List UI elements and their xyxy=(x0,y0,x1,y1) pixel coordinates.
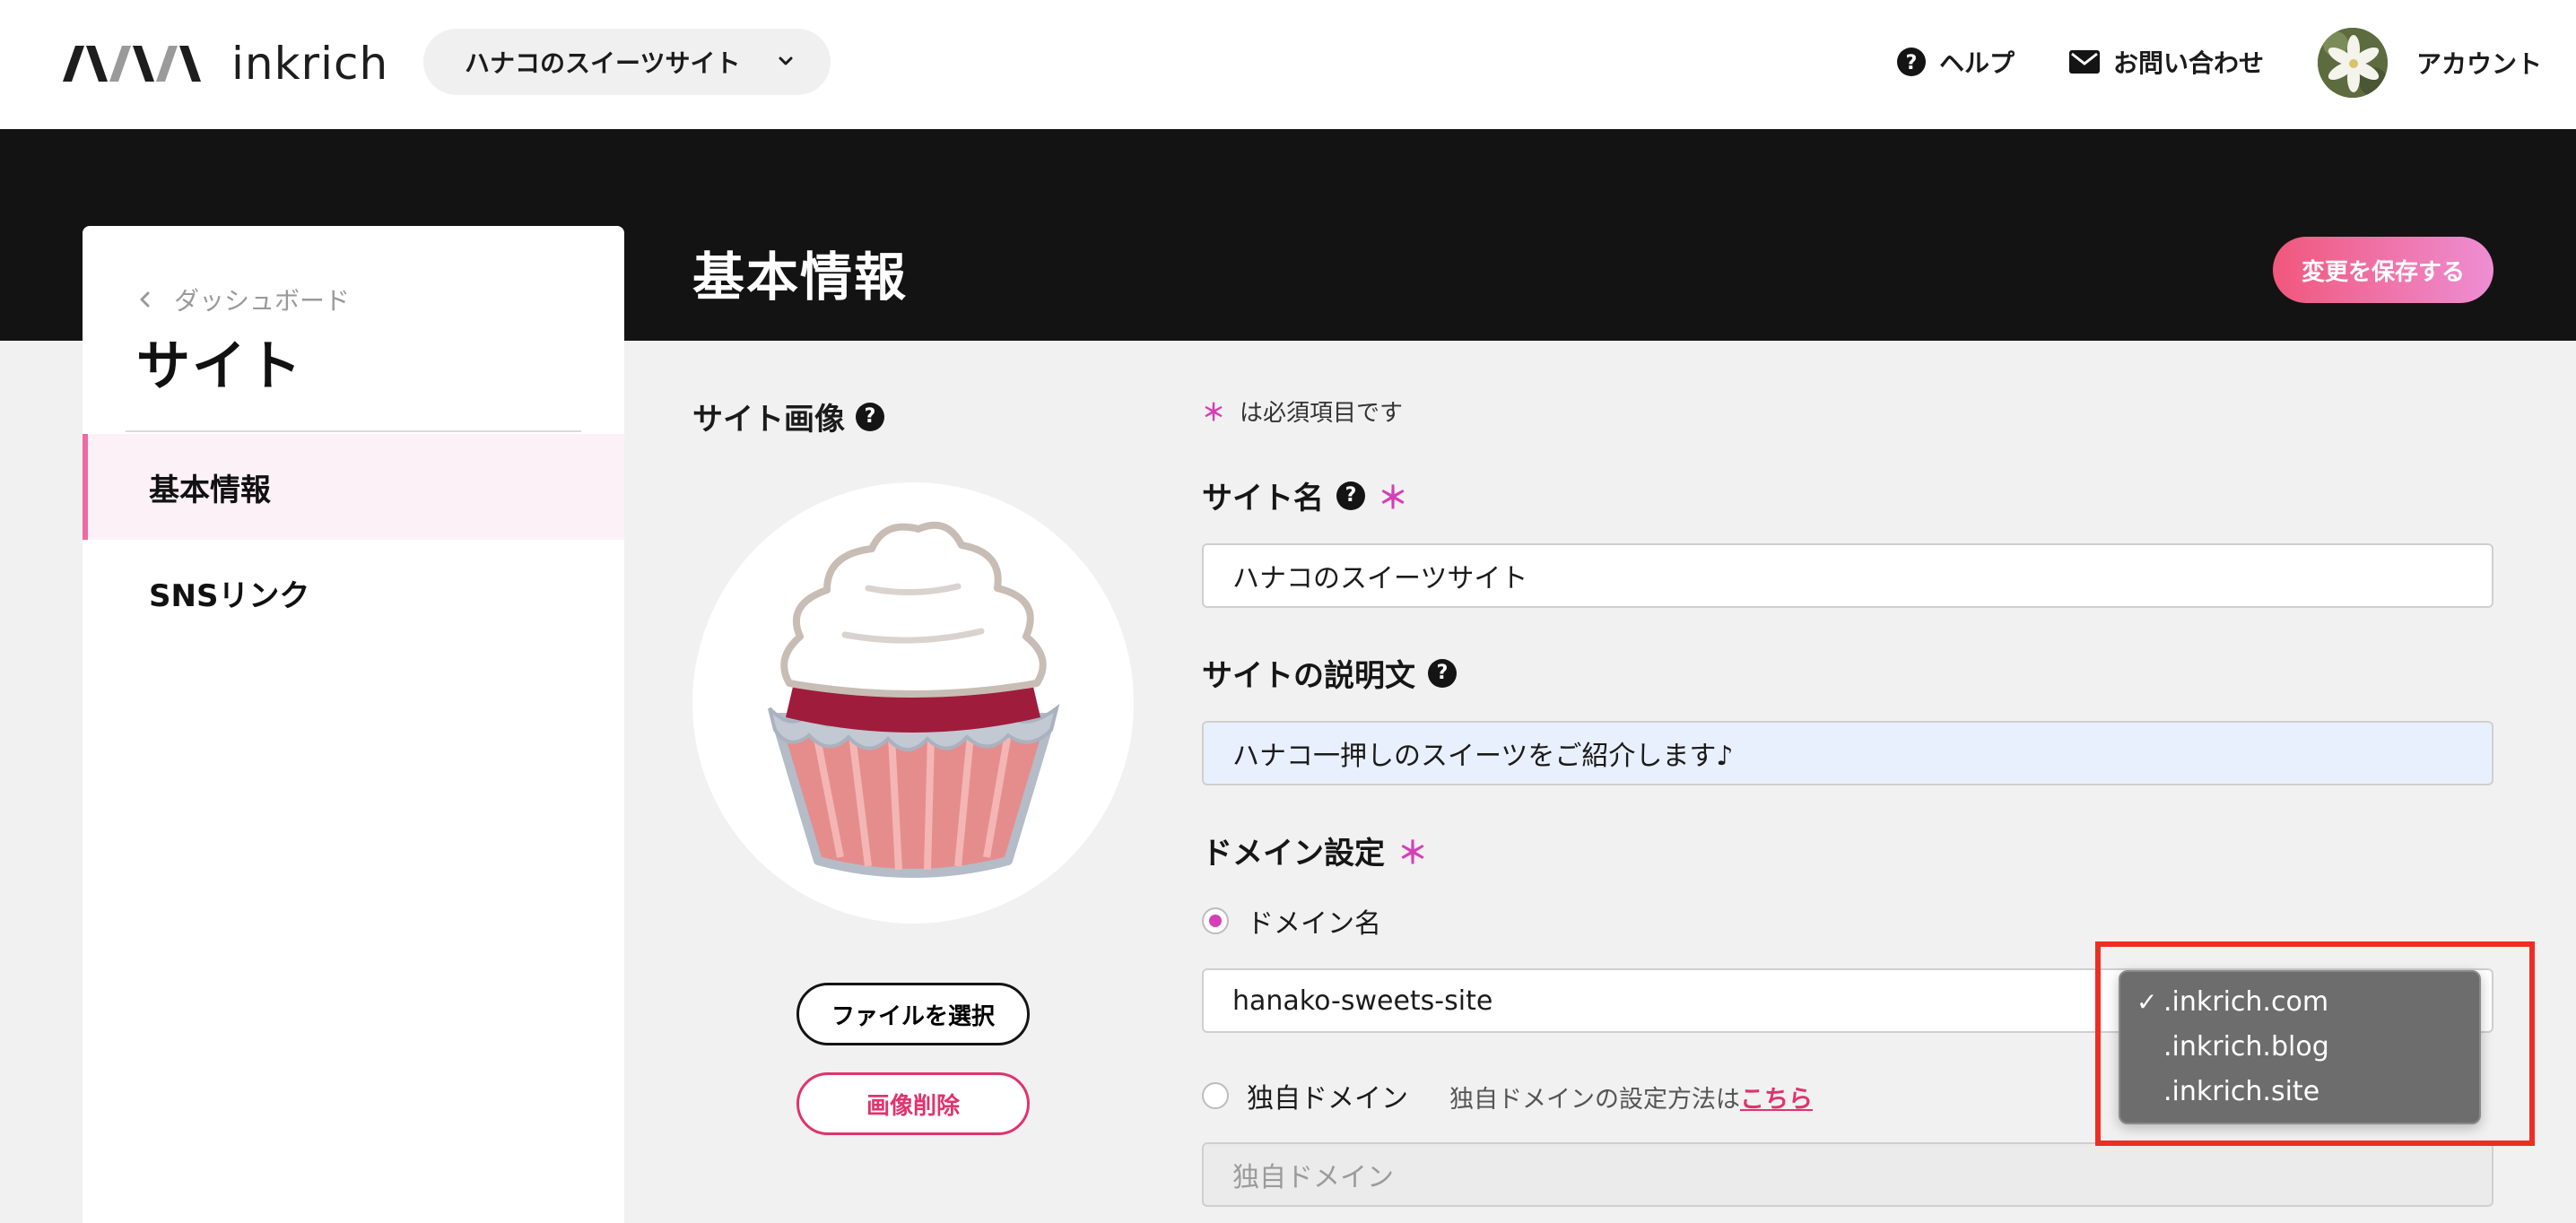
dropdown-option-inkrich-com[interactable]: ✓ .inkrich.com xyxy=(2120,979,2479,1024)
sidebar-item-label: SNSリンク xyxy=(149,577,310,614)
delete-image-button[interactable]: 画像削除 xyxy=(796,1072,1030,1135)
dropdown-option-inkrich-blog[interactable]: .inkrich.blog xyxy=(2120,1024,2479,1069)
help-icon[interactable]: ? xyxy=(1428,658,1457,688)
choose-file-button[interactable]: ファイルを選択 xyxy=(796,983,1030,1045)
dropdown-option-label: .inkrich.blog xyxy=(2163,1030,2329,1063)
page-title: 基本情報 xyxy=(692,247,909,308)
site-name-label: サイト名 ? ＊ xyxy=(1202,473,1408,517)
custom-domain-help-link[interactable]: こちら xyxy=(1740,1086,1813,1114)
checkmark-icon: ✓ xyxy=(2137,986,2158,1017)
inkrich-logo[interactable]: inkrich xyxy=(63,38,388,90)
domain-name-value: hanako-sweets-site xyxy=(1232,984,1493,1017)
dropdown-option-inkrich-site[interactable]: .inkrich.site xyxy=(2120,1069,2479,1114)
custom-domain-placeholder: 独自ドメイン xyxy=(1232,1162,1394,1193)
required-star: ＊ xyxy=(1378,481,1408,516)
required-star: ＊ xyxy=(1397,836,1428,872)
site-selector-dropdown[interactable]: ハナコのスイーツサイト xyxy=(423,29,831,95)
svg-text:?: ? xyxy=(1906,52,1918,74)
site-image-label: サイト画像 ? xyxy=(692,395,884,438)
sidebar: ダッシュボード サイト 基本情報 SNSリンク xyxy=(83,226,624,1223)
site-name-input[interactable]: ハナコのスイーツサイト xyxy=(1202,543,2493,608)
contact-link[interactable]: お問い合わせ xyxy=(2068,39,2264,84)
required-star: ＊ xyxy=(1202,400,1226,427)
logo-mark-icon xyxy=(63,46,201,82)
sidebar-item-label: 基本情報 xyxy=(149,472,271,508)
sidebar-item-sns-links[interactable]: SNSリンク xyxy=(83,540,624,646)
back-to-dashboard-link[interactable]: ダッシュボード xyxy=(136,282,350,317)
custom-domain-input[interactable]: 独自ドメイン xyxy=(1202,1142,2493,1207)
back-link-label: ダッシュボード xyxy=(174,286,351,316)
chevron-left-icon xyxy=(140,291,150,308)
help-icon[interactable]: ? xyxy=(856,402,884,431)
radio-button-checked[interactable] xyxy=(1202,907,1229,934)
required-note-text: は必須項目です xyxy=(1240,400,1404,427)
site-description-value: ハナコ一押しのスイーツをご紹介します♪ xyxy=(1232,741,1734,772)
custom-domain-radio-label: 独自ドメイン xyxy=(1247,1083,1408,1115)
cupcake-image xyxy=(768,521,1060,878)
radio-button-unchecked[interactable] xyxy=(1202,1082,1229,1109)
site-description-label: サイトの説明文 ? xyxy=(1202,651,1457,695)
help-circle-icon: ? xyxy=(1897,48,1926,76)
mail-icon xyxy=(2069,50,2100,74)
custom-domain-hint: 独自ドメインの設定方法はこちら xyxy=(1449,1080,1813,1115)
sidebar-item-basic-info[interactable]: 基本情報 xyxy=(83,434,624,540)
domain-name-radio-label: ドメイン名 xyxy=(1247,908,1381,940)
avatar xyxy=(2318,28,2388,98)
avatar-flower-image xyxy=(2318,28,2388,98)
required-note: ＊ は必須項目です xyxy=(1202,395,1403,428)
site-description-input[interactable]: ハナコ一押しのスイーツをご紹介します♪ xyxy=(1202,721,2493,785)
contact-label: お問い合わせ xyxy=(2113,48,2265,78)
domain-name-radio-option[interactable]: ドメイン名 xyxy=(1202,901,1381,941)
domain-settings-label-text: ドメイン設定 xyxy=(1202,836,1385,872)
site-name-label-text: サイト名 xyxy=(1202,481,1324,516)
custom-domain-hint-text: 独自ドメインの設定方法は xyxy=(1449,1086,1740,1114)
site-description-label-text: サイトの説明文 xyxy=(1202,658,1415,694)
top-header: inkrich ハナコのスイーツサイト ? ヘルプ お問い合わせ アカウント xyxy=(0,0,2576,129)
site-selector-label: ハナコのスイーツサイト xyxy=(465,48,741,78)
sidebar-divider xyxy=(126,430,581,432)
domain-settings-label: ドメイン設定 ＊ xyxy=(1202,828,1428,872)
save-changes-button[interactable]: 変更を保存する xyxy=(2273,237,2493,303)
chevron-down-icon xyxy=(779,56,793,65)
site-image-preview xyxy=(692,482,1134,924)
help-label: ヘルプ xyxy=(1939,48,2015,78)
help-link[interactable]: ? ヘルプ xyxy=(1896,39,2015,84)
custom-domain-radio-option[interactable]: 独自ドメイン xyxy=(1202,1076,1408,1115)
site-image-label-text: サイト画像 xyxy=(692,402,845,438)
dropdown-option-label: .inkrich.com xyxy=(2163,985,2329,1018)
logo-text: inkrich xyxy=(231,38,389,90)
sidebar-title: サイト xyxy=(136,335,303,398)
account-label: アカウント xyxy=(2416,49,2543,79)
account-menu[interactable]: アカウント xyxy=(2318,27,2542,99)
domain-suffix-dropdown-menu: ✓ .inkrich.com .inkrich.blog .inkrich.si… xyxy=(2119,970,2481,1124)
help-icon[interactable]: ? xyxy=(1336,481,1365,510)
dropdown-option-label: .inkrich.site xyxy=(2163,1075,2320,1107)
site-name-value: ハナコのスイーツサイト xyxy=(1232,563,1528,594)
